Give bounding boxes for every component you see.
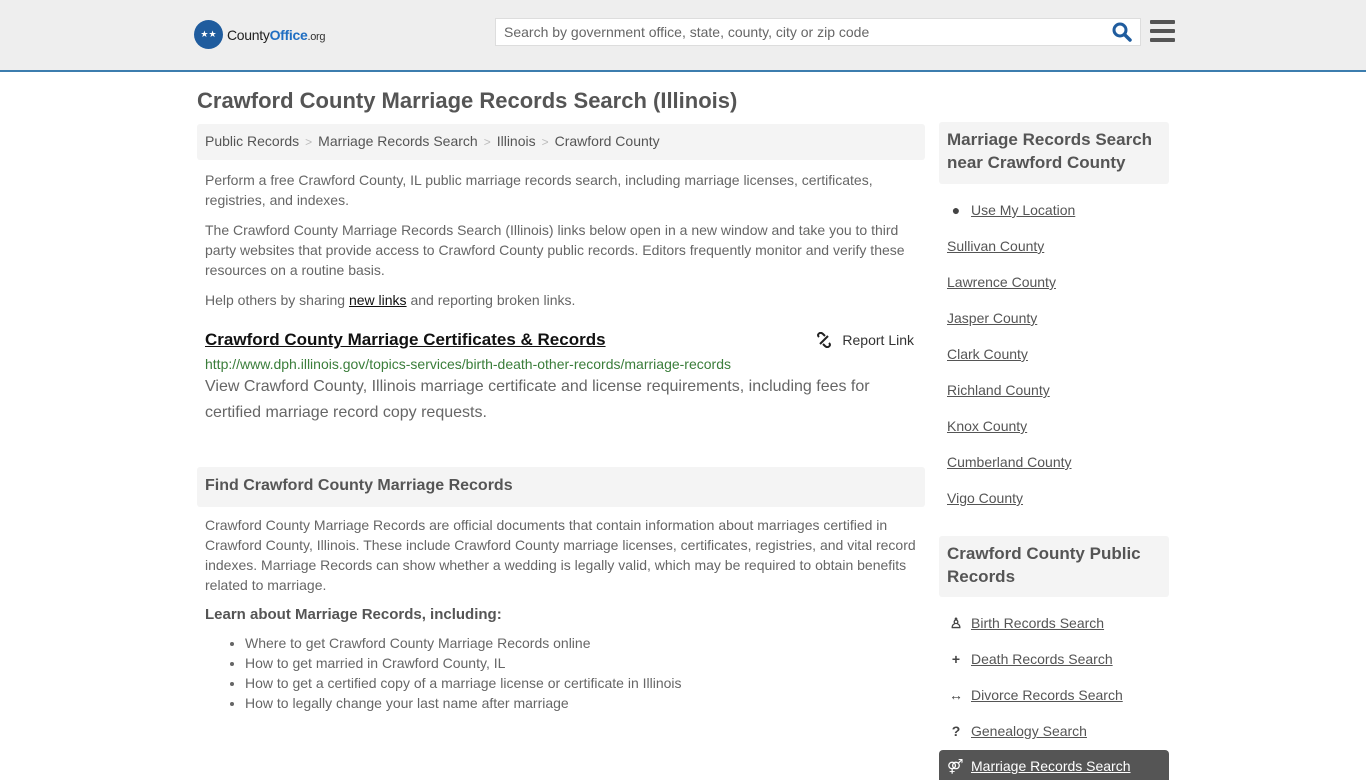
nearby-county-link[interactable]: Richland County	[947, 382, 1050, 398]
result-title-link[interactable]: Crawford County Marriage Certificates & …	[205, 330, 920, 350]
result-description: View Crawford County, Illinois marriage …	[205, 378, 870, 421]
breadcrumb-separator: >	[483, 135, 491, 149]
active-marriage-records-item[interactable]: ⚤ Marriage Records Search	[939, 750, 1169, 780]
report-link-label: Report Link	[842, 332, 914, 348]
intro-paragraph: The Crawford County Marriage Records Sea…	[205, 222, 905, 278]
list-item: + Death Records Search	[947, 651, 1167, 687]
list-item: Clark County	[947, 346, 1167, 382]
eagle-logo-icon: ★★	[194, 20, 223, 49]
question-icon: ?	[951, 723, 961, 739]
list-item: Cumberland County	[947, 454, 1167, 490]
plus-icon: +	[951, 651, 961, 667]
nearby-county-link[interactable]: Cumberland County	[947, 454, 1072, 470]
list-item: ♙ Birth Records Search	[947, 615, 1167, 651]
list-item: How to get married in Crawford County, I…	[245, 653, 920, 673]
breadcrumb-item[interactable]: Illinois	[497, 133, 536, 149]
nearby-list: ● Use My Location Sullivan County Lawrenc…	[947, 202, 1167, 526]
list-item: Where to get Crawford County Marriage Re…	[245, 633, 920, 653]
nearby-county-link[interactable]: Knox County	[947, 418, 1027, 434]
use-location-link[interactable]: Use My Location	[971, 202, 1075, 218]
child-icon: ♙	[949, 615, 963, 631]
broken-link-icon	[817, 332, 832, 348]
page-title: Crawford County Marriage Records Search …	[197, 88, 738, 113]
breadcrumb-item[interactable]: Public Records	[205, 133, 299, 149]
nearby-heading: Marriage Records Search near Crawford Co…	[939, 122, 1169, 184]
list-item: How to legally change your last name aft…	[245, 693, 920, 713]
intro-paragraph: Help others by sharing new links and rep…	[205, 292, 576, 308]
public-records-list: ♙ Birth Records Search + Death Records Sea…	[947, 615, 1167, 759]
logo-accent: Office	[269, 26, 308, 43]
list-item: How to get a certified copy of a marriag…	[245, 673, 920, 693]
nearby-county-link[interactable]: Lawrence County	[947, 274, 1056, 290]
search-input[interactable]	[496, 19, 1096, 45]
list-item: Richland County	[947, 382, 1167, 418]
list-item: Vigo County	[947, 490, 1167, 526]
find-section-heading: Find Crawford County Marriage Records	[197, 467, 925, 507]
logo-prefix: County	[227, 26, 270, 43]
hamburger-menu-icon[interactable]	[1150, 20, 1175, 42]
public-records-heading: Crawford County Public Records	[939, 536, 1169, 597]
birth-records-link[interactable]: Birth Records Search	[971, 615, 1104, 631]
list-item: Jasper County	[947, 310, 1167, 346]
marriage-records-link[interactable]: Marriage Records Search	[971, 758, 1131, 774]
logo-suffix: .org	[307, 30, 326, 43]
death-records-link[interactable]: Death Records Search	[971, 651, 1113, 667]
site-logo[interactable]: ★★ CountyOffice.org	[194, 20, 326, 49]
report-link-button[interactable]: Report Link	[816, 332, 914, 348]
nearby-county-link[interactable]: Jasper County	[947, 310, 1037, 326]
divorce-records-link[interactable]: Divorce Records Search	[971, 687, 1123, 703]
breadcrumb-item[interactable]: Marriage Records Search	[318, 133, 478, 149]
breadcrumb-separator: >	[541, 135, 549, 149]
intersex-icon: ⚤	[947, 758, 964, 774]
arrows-h-icon: ↔	[949, 687, 963, 703]
use-location-item: ● Use My Location	[947, 202, 1167, 238]
search-button[interactable]	[1112, 22, 1134, 44]
breadcrumb: Public Records > Marriage Records Search > I…	[197, 124, 925, 160]
find-section-body: Crawford County Marriage Records are off…	[205, 515, 920, 713]
list-item: Lawrence County	[947, 274, 1167, 310]
nearby-county-link[interactable]: Clark County	[947, 346, 1028, 362]
search-bar	[495, 18, 1141, 46]
result-item: Crawford County Marriage Certificates & …	[205, 330, 920, 426]
intro-paragraph: Perform a free Crawford County, IL publi…	[205, 172, 873, 208]
result-url: http://www.dph.illinois.gov/topics-servi…	[205, 356, 731, 372]
site-header: ★★ CountyOffice.org	[0, 0, 1366, 72]
nearby-county-link[interactable]: Vigo County	[947, 490, 1023, 506]
new-links-link[interactable]: new links	[349, 292, 407, 308]
learn-heading: Learn about Marriage Records, including:	[205, 606, 502, 623]
list-item: ↔ Divorce Records Search	[947, 687, 1167, 723]
genealogy-link[interactable]: Genealogy Search	[971, 723, 1087, 739]
breadcrumb-item[interactable]: Crawford County	[555, 133, 660, 149]
learn-list: Where to get Crawford County Marriage Re…	[245, 633, 920, 713]
search-icon	[1112, 22, 1132, 42]
find-section-paragraph: Crawford County Marriage Records are off…	[205, 517, 916, 593]
nearby-county-link[interactable]: Sullivan County	[947, 238, 1044, 254]
map-marker-icon: ●	[951, 202, 961, 218]
list-item: Knox County	[947, 418, 1167, 454]
list-item: Sullivan County	[947, 238, 1167, 274]
intro-text: Perform a free Crawford County, IL publi…	[205, 170, 920, 320]
breadcrumb-separator: >	[305, 135, 313, 149]
